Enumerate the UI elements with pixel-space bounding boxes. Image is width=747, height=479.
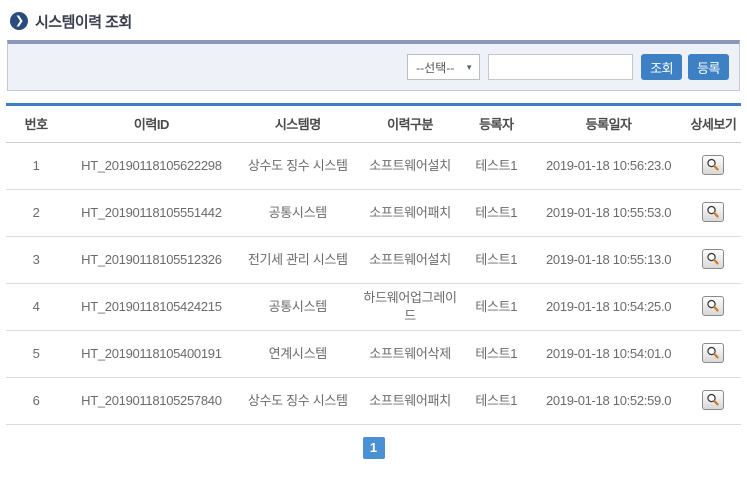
- registrant: 테스트1: [461, 189, 531, 236]
- row-number: 2: [6, 189, 66, 236]
- table-header-row: 번호 이력ID 시스템명 이력구분 등록자 등록일자 상세보기: [6, 106, 741, 142]
- history-type: 소프트웨어삭제: [359, 330, 461, 377]
- registrant: 테스트1: [461, 283, 531, 330]
- register-date: 2019-01-18 10:54:01.0: [531, 330, 685, 377]
- system-name: 상수도 징수 시스템: [237, 377, 359, 424]
- magnifier-icon: [706, 158, 720, 172]
- page-1-button[interactable]: 1: [363, 437, 385, 459]
- history-id: HT_20190118105551442: [66, 189, 236, 236]
- history-id: HT_20190118105257840: [66, 377, 236, 424]
- search-panel: --선택-- ▼ 조회 등록: [7, 40, 740, 91]
- col-history-type: 이력구분: [359, 106, 461, 142]
- registrant: 테스트1: [461, 330, 531, 377]
- registrant: 테스트1: [461, 236, 531, 283]
- history-type-select[interactable]: --선택-- ▼: [407, 54, 480, 80]
- row-number: 1: [6, 142, 66, 189]
- detail-view-button[interactable]: [702, 390, 724, 410]
- system-name: 전기세 관리 시스템: [237, 236, 359, 283]
- col-system-name: 시스템명: [237, 106, 359, 142]
- col-history-id: 이력ID: [66, 106, 236, 142]
- system-name: 공통시스템: [237, 189, 359, 236]
- magnifier-icon: [706, 299, 720, 313]
- table-row: 4 HT_20190118105424215 공통시스템 하드웨어업그레이드 테…: [6, 283, 741, 330]
- page-title: 시스템이력 조회: [35, 11, 132, 32]
- col-register-date: 등록일자: [531, 106, 685, 142]
- register-date: 2019-01-18 10:55:53.0: [531, 189, 685, 236]
- history-type: 소프트웨어패치: [359, 189, 461, 236]
- detail-view-button[interactable]: [702, 249, 724, 269]
- history-type: 소프트웨어설치: [359, 236, 461, 283]
- chevron-down-icon: ▼: [465, 63, 473, 72]
- registrant: 테스트1: [461, 377, 531, 424]
- history-id: HT_20190118105622298: [66, 142, 236, 189]
- title-arrow-icon: ❯: [10, 12, 28, 30]
- magnifier-icon: [706, 252, 720, 266]
- search-input[interactable]: [488, 54, 633, 80]
- table-row: 1 HT_20190118105622298 상수도 징수 시스템 소프트웨어설…: [6, 142, 741, 189]
- row-number: 4: [6, 283, 66, 330]
- history-id: HT_20190118105400191: [66, 330, 236, 377]
- register-button[interactable]: 등록: [688, 54, 729, 80]
- register-date: 2019-01-18 10:52:59.0: [531, 377, 685, 424]
- detail-view-button[interactable]: [702, 202, 724, 222]
- system-name: 공통시스템: [237, 283, 359, 330]
- register-date: 2019-01-18 10:54:25.0: [531, 283, 685, 330]
- col-number: 번호: [6, 106, 66, 142]
- table-row: 5 HT_20190118105400191 연계시스템 소프트웨어삭제 테스트…: [6, 330, 741, 377]
- history-id: HT_20190118105512326: [66, 236, 236, 283]
- registrant: 테스트1: [461, 142, 531, 189]
- register-date: 2019-01-18 10:56:23.0: [531, 142, 685, 189]
- detail-view-button[interactable]: [702, 296, 724, 316]
- row-number: 5: [6, 330, 66, 377]
- detail-view-button[interactable]: [702, 343, 724, 363]
- history-type: 소프트웨어패치: [359, 377, 461, 424]
- row-number: 3: [6, 236, 66, 283]
- magnifier-icon: [706, 393, 720, 407]
- magnifier-icon: [706, 205, 720, 219]
- history-type: 하드웨어업그레이드: [359, 283, 461, 330]
- magnifier-icon: [706, 346, 720, 360]
- table-row: 6 HT_20190118105257840 상수도 징수 시스템 소프트웨어패…: [6, 377, 741, 424]
- system-name: 상수도 징수 시스템: [237, 142, 359, 189]
- history-type: 소프트웨어설치: [359, 142, 461, 189]
- register-date: 2019-01-18 10:55:13.0: [531, 236, 685, 283]
- table-row: 3 HT_20190118105512326 전기세 관리 시스템 소프트웨어설…: [6, 236, 741, 283]
- pagination: 1: [0, 437, 747, 459]
- col-registrant: 등록자: [461, 106, 531, 142]
- col-detail-view: 상세보기: [686, 106, 741, 142]
- system-name: 연계시스템: [237, 330, 359, 377]
- row-number: 6: [6, 377, 66, 424]
- page-header: ❯ 시스템이력 조회: [0, 0, 747, 32]
- select-value: --선택--: [416, 59, 454, 76]
- table-row: 2 HT_20190118105551442 공통시스템 소프트웨어패치 테스트…: [6, 189, 741, 236]
- history-table: 번호 이력ID 시스템명 이력구분 등록자 등록일자 상세보기 1 HT_201…: [6, 103, 741, 425]
- detail-view-button[interactable]: [702, 155, 724, 175]
- search-button[interactable]: 조회: [641, 54, 682, 80]
- history-id: HT_20190118105424215: [66, 283, 236, 330]
